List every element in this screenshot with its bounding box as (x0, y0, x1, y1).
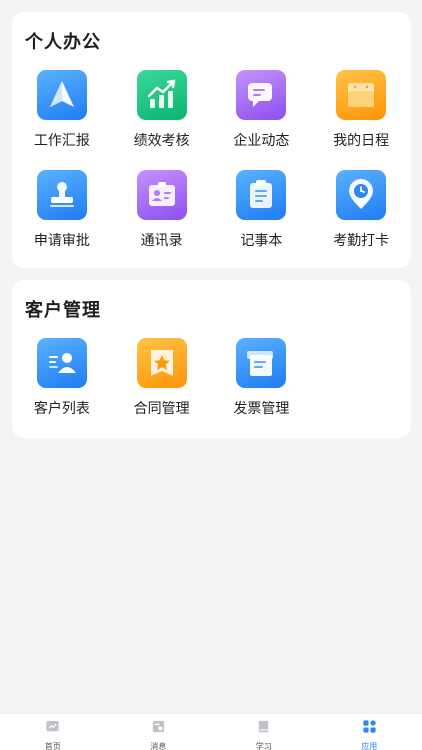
app-label: 申请审批 (33, 233, 90, 249)
app-customer-list[interactable]: 客户列表 (12, 338, 112, 418)
app-label: 我的日程 (333, 133, 390, 149)
stamp-icon (36, 170, 87, 220)
clock-pin-icon (336, 170, 387, 220)
app-label: 通讯录 (140, 233, 183, 249)
app-my-schedule[interactable]: 我的日程 (311, 70, 411, 150)
tab-home[interactable]: 首页 (0, 714, 106, 750)
customer-list-icon (36, 338, 87, 388)
app-grid: 工作汇报 绩效考核 企业动态 我的日程 申请审批 通讯录 记事本 考勤打卡 (12, 70, 411, 250)
app-notepad[interactable]: 记事本 (212, 170, 312, 250)
app-label: 记事本 (240, 233, 283, 249)
app-company-news[interactable]: 企业动态 (212, 70, 312, 150)
invoice-icon (236, 338, 287, 388)
tab-label: 消息 (150, 742, 167, 750)
app-approval[interactable]: 申请审批 (12, 170, 112, 250)
notepad-icon (236, 170, 287, 220)
personal-office-card: 个人办公 工作汇报 绩效考核 企业动态 我的日程 申请审批 通讯录 记事本 考勤… (12, 12, 411, 268)
app-contract[interactable]: 合同管理 (112, 338, 212, 418)
app-label: 发票管理 (233, 401, 290, 417)
app-label: 客户列表 (33, 401, 90, 417)
chat-bubble-icon (236, 70, 287, 120)
apps-grid-icon (362, 719, 377, 738)
book-icon (256, 719, 271, 738)
app-label: 企业动态 (233, 133, 290, 149)
app-work-report[interactable]: 工作汇报 (12, 70, 112, 150)
customer-management-card: 客户管理 客户列表 合同管理 发票管理 (12, 280, 411, 438)
app-label: 绩效考核 (133, 133, 190, 149)
tab-label: 学习 (255, 742, 272, 750)
calendar-icon (336, 70, 387, 120)
app-grid: 客户列表 合同管理 发票管理 (12, 338, 411, 418)
contact-card-icon (136, 170, 187, 220)
section-title: 客户管理 (25, 300, 101, 321)
app-invoice[interactable]: 发票管理 (212, 338, 312, 418)
paper-plane-icon (36, 70, 87, 120)
app-performance[interactable]: 绩效考核 (112, 70, 212, 150)
tab-apps[interactable]: 应用 (317, 714, 422, 750)
tab-label: 应用 (361, 742, 378, 750)
contract-star-icon (136, 338, 187, 388)
app-contacts[interactable]: 通讯录 (112, 170, 212, 250)
chart-up-icon (136, 70, 187, 120)
app-attendance[interactable]: 考勤打卡 (311, 170, 411, 250)
app-label: 工作汇报 (33, 133, 90, 149)
bottom-tab-bar: 首页 消息 学习 应用 (0, 713, 422, 750)
section-title: 个人办公 (25, 32, 101, 53)
app-label: 合同管理 (133, 401, 190, 417)
tab-learning[interactable]: 学习 (211, 714, 317, 750)
tab-label: 首页 (44, 742, 61, 750)
app-label: 考勤打卡 (333, 233, 390, 249)
home-chart-icon (45, 719, 60, 738)
message-icon (151, 719, 166, 738)
tab-messages[interactable]: 消息 (106, 714, 212, 750)
